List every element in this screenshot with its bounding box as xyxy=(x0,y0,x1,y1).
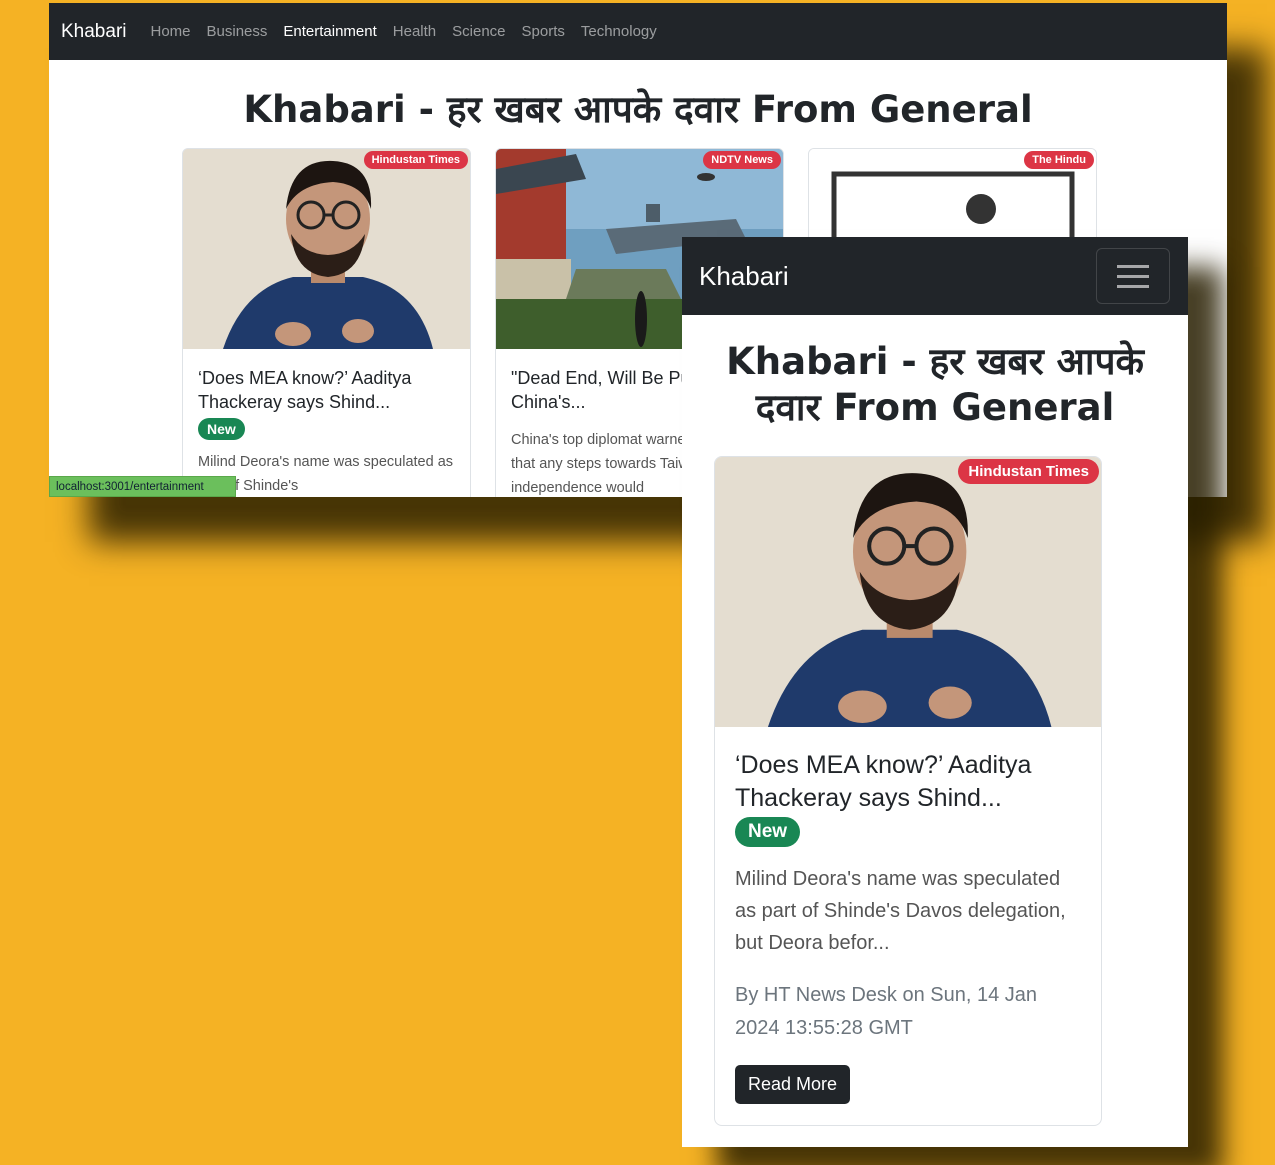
page-title: Khabari - हर खबर आपके दवार From General xyxy=(726,340,1144,429)
card-description: Milind Deora's name was speculated as pa… xyxy=(735,868,1066,954)
card-title: ‘Does MEA know?’ Aaditya Thackeray says … xyxy=(735,751,1032,812)
card-meta: By HT News Desk on Sun, 14 Jan 2024 13:5… xyxy=(735,984,1037,1039)
news-card: Hindustan Times ‘Does MEA know?’ Aaditya… xyxy=(182,148,471,497)
mobile-screenshot: Khabari Khabari - हर खबर आपके दवार From … xyxy=(682,237,1188,1147)
source-badge: The Hindu xyxy=(1024,151,1094,169)
news-image-portrait: Hindustan Times xyxy=(715,457,1101,727)
nav-link-home[interactable]: Home xyxy=(151,23,191,40)
mobile-navbar: Khabari xyxy=(682,237,1188,315)
navbar-brand[interactable]: Khabari xyxy=(699,261,789,292)
desktop-navbar: Khabari Home Business Entertainment Heal… xyxy=(49,3,1227,60)
source-badge: NDTV News xyxy=(703,151,781,169)
new-badge: New xyxy=(198,418,245,440)
source-badge: Hindustan Times xyxy=(958,459,1099,484)
nav-link-business[interactable]: Business xyxy=(207,23,268,40)
news-card: Hindustan Times ‘Does MEA know?’ Aaditya… xyxy=(714,456,1102,1126)
navbar-brand[interactable]: Khabari xyxy=(61,21,127,43)
new-badge: New xyxy=(735,817,801,847)
read-more-button[interactable]: Read More xyxy=(735,1065,851,1104)
nav-link-entertainment[interactable]: Entertainment xyxy=(283,23,376,40)
status-bar-url: localhost:3001/entertainment xyxy=(49,476,236,497)
nav-link-sports[interactable]: Sports xyxy=(522,23,565,40)
hamburger-menu-icon[interactable] xyxy=(1096,248,1170,304)
nav-link-health[interactable]: Health xyxy=(393,23,436,40)
nav-link-science[interactable]: Science xyxy=(452,23,505,40)
news-image-portrait: Hindustan Times xyxy=(183,149,470,349)
source-badge: Hindustan Times xyxy=(363,151,468,169)
nav-link-technology[interactable]: Technology xyxy=(581,23,657,40)
card-title: ‘Does MEA know?’ Aaditya Thackeray says … xyxy=(198,368,412,412)
page-title: Khabari - हर खबर आपके दवार From General xyxy=(243,88,1033,131)
